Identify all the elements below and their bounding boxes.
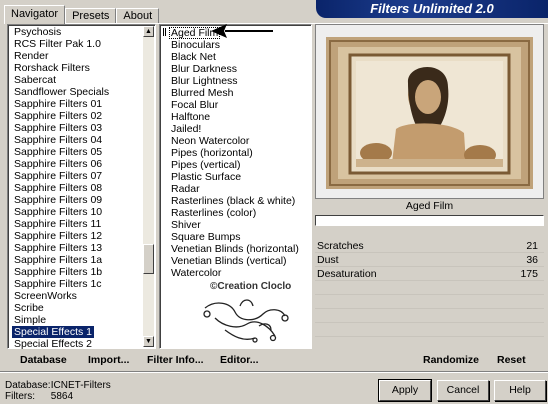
apply-button[interactable]: Apply [378,379,432,402]
filter-item[interactable]: Focal Blur [171,99,218,111]
category-item[interactable]: Sapphire Filters 08 [14,182,102,194]
scroll-up-button[interactable]: ▲ [143,26,154,37]
filter-item[interactable]: Shiver [171,219,201,231]
category-item[interactable]: Sapphire Filters 02 [14,110,102,122]
divider [0,371,548,373]
watermark-text: ©Creation Cloclo [210,281,292,292]
filters-count: 5864 [50,391,74,402]
database-value: ICNET-Filters [50,380,111,391]
editor-button[interactable]: Editor... [220,354,259,366]
param-empty-row [315,296,544,309]
category-item[interactable]: Sapphire Filters 05 [14,146,102,158]
param-dust[interactable]: Dust 36 [315,254,544,267]
filter-item[interactable]: Neon Watercolor [171,135,249,147]
tab-navigator[interactable]: Navigator [4,5,66,24]
param-value: 175 [520,268,538,280]
category-item[interactable]: Sandflower Specials [14,86,109,98]
category-item[interactable]: Sapphire Filters 06 [14,158,102,170]
header: Navigator Presets About Filters Unlimite… [0,0,548,24]
scroll-thumb[interactable] [143,244,154,274]
category-item[interactable]: Rorshack Filters [14,62,90,74]
app-title: Filters Unlimited 2.0 [370,1,494,16]
filter-info-button[interactable]: Filter Info... [147,354,204,366]
filter-item[interactable]: Black Net [171,51,216,63]
param-value: 36 [526,254,538,266]
param-empty-row [315,282,544,295]
category-item[interactable]: Sapphire Filters 1c [14,278,102,290]
filter-item[interactable]: Venetian Blinds (vertical) [171,255,287,267]
tab-presets[interactable]: Presets [65,8,117,24]
reset-button[interactable]: Reset [497,354,526,366]
category-item[interactable]: Simple [14,314,46,326]
filter-item[interactable]: Jailed! [171,123,201,135]
param-empty-row [315,324,544,337]
param-empty-row [315,310,544,323]
current-filter-name: Aged Film [405,200,454,212]
import-button[interactable]: Import... [88,354,129,366]
preview-image[interactable] [315,24,544,199]
category-item[interactable]: Sapphire Filters 1b [14,266,102,278]
bottom-toolbar: Database Import... Filter Info... Editor… [0,349,548,371]
param-value: 21 [526,240,538,252]
cancel-button[interactable]: Cancel [437,380,489,401]
category-item[interactable]: Sapphire Filters 13 [14,242,102,254]
filter-item[interactable]: Rasterlines (black & white) [171,195,295,207]
filter-item[interactable]: Blur Lightness [171,75,238,87]
database-label: Database: [5,380,51,391]
parameter-panel: Scratches 21 Dust 36 Desaturation 175 [315,240,544,348]
filters-info: Filters: 5864 [5,391,73,402]
category-item[interactable]: Sabercat [14,74,56,86]
category-item[interactable]: Sapphire Filters 07 [14,170,102,182]
category-item[interactable]: Psychosis [14,26,61,38]
arrow-icon [211,24,273,38]
category-list[interactable]: Psychosis RCS Filter Pak 1.0 Render Rorshac… [7,24,156,350]
tab-about[interactable]: About [116,8,160,24]
scroll-down-button[interactable]: ▼ [143,336,154,347]
filter-item[interactable]: Blur Darkness [171,63,237,75]
param-label: Scratches [317,240,364,252]
filter-item[interactable]: Radar [171,183,200,195]
category-item[interactable]: Sapphire Filters 1a [14,254,102,266]
help-button[interactable]: Help [494,380,546,401]
preview-photo [316,25,543,198]
database-button[interactable]: Database [20,354,67,366]
filter-item[interactable]: Pipes (vertical) [171,159,240,171]
selection-marker-icon [163,28,166,36]
param-scratches[interactable]: Scratches 21 [315,240,544,253]
filter-item[interactable]: Blurred Mesh [171,87,233,99]
database-info: Database: ICNET-Filters [5,380,111,391]
category-item[interactable]: Sapphire Filters 01 [14,98,102,110]
category-item[interactable]: Sapphire Filters 04 [14,134,102,146]
param-desaturation[interactable]: Desaturation 175 [315,268,544,281]
title-banner: Filters Unlimited 2.0 [316,0,548,18]
filter-item[interactable]: Square Bumps [171,231,240,243]
filter-item[interactable]: Plastic Surface [171,171,241,183]
param-label: Desaturation [317,268,377,280]
category-item[interactable]: Scribe [14,302,44,314]
filter-item[interactable]: Venetian Blinds (horizontal) [171,243,299,255]
category-item-selected[interactable]: Special Effects 1 [12,326,95,338]
category-item[interactable]: Sapphire Filters 09 [14,194,102,206]
filter-item[interactable]: Binoculars [171,39,220,51]
randomize-button[interactable]: Randomize [423,354,479,366]
category-item[interactable]: RCS Filter Pak 1.0 [14,38,101,50]
category-item[interactable]: Render [14,50,48,62]
category-item[interactable]: Sapphire Filters 11 [14,218,101,230]
tab-bar: Navigator Presets About [4,5,160,24]
category-item[interactable]: Sapphire Filters 03 [14,122,102,134]
param-label: Dust [317,254,339,266]
category-item[interactable]: ScreenWorks [14,290,77,302]
filter-item[interactable]: Halftone [171,111,210,123]
filter-item[interactable]: Pipes (horizontal) [171,147,253,159]
category-item[interactable]: Sapphire Filters 10 [14,206,102,218]
category-scrollbar[interactable]: ▲ ▼ [143,26,154,347]
progress-bar [315,215,544,226]
category-item[interactable]: Sapphire Filters 12 [14,230,102,242]
filter-item[interactable]: Rasterlines (color) [171,207,256,219]
filters-label: Filters: [5,391,35,402]
